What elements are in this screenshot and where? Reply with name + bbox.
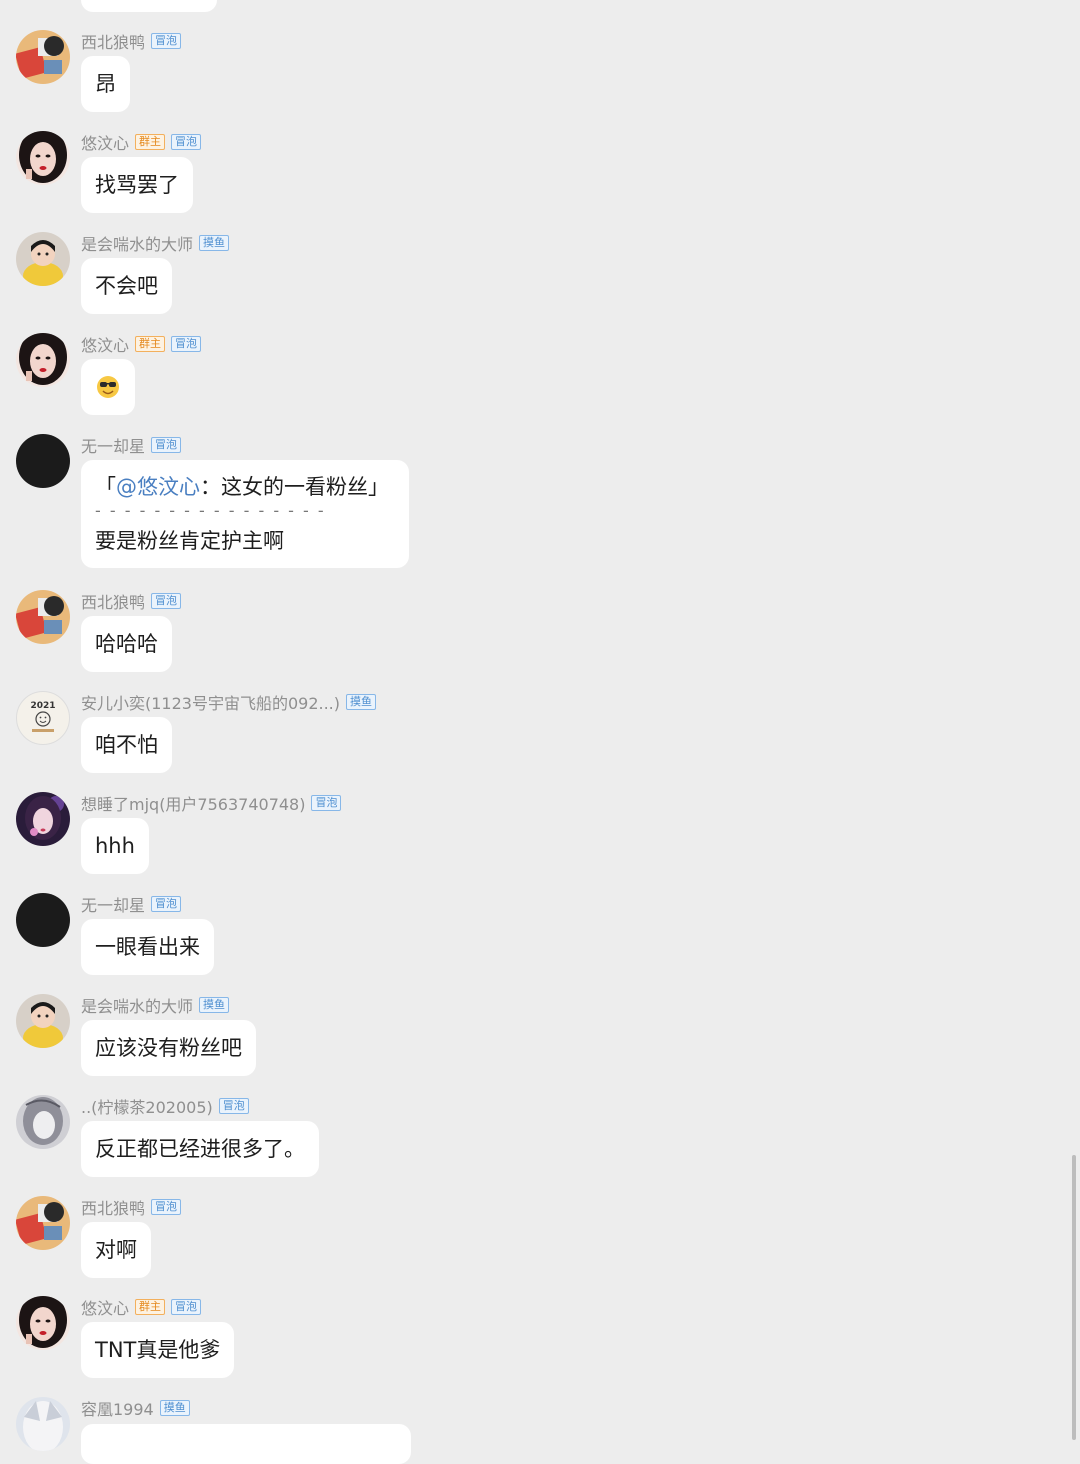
role-badge: 冒泡 xyxy=(171,1299,202,1315)
quote-divider: - - - - - - - - - - - - - - - - xyxy=(95,502,326,520)
message-bubble[interactable]: 一眼看出来 xyxy=(81,919,214,975)
sender-row: ..(柠檬茶202005) 冒泡 xyxy=(81,1095,249,1117)
role-badge: 摸鱼 xyxy=(199,235,230,251)
avatar[interactable] xyxy=(16,30,70,84)
avatar[interactable] xyxy=(16,1397,70,1451)
sender-name[interactable]: 是会喘水的大师 xyxy=(81,993,193,1017)
sender-name[interactable]: 悠汶心 xyxy=(81,1295,129,1319)
sender-name[interactable]: ..(柠檬茶202005) xyxy=(81,1094,213,1118)
sender-row: 西北狼鸭 冒泡 xyxy=(81,589,182,613)
message-bubble[interactable]: 昂 xyxy=(81,56,130,112)
scrollbar[interactable] xyxy=(1072,1155,1076,1440)
avatar[interactable]: 2021 xyxy=(16,691,70,745)
sender-name[interactable]: 悠汶心 xyxy=(81,332,129,356)
sender-row: 西北狼鸭 冒泡 xyxy=(81,29,182,53)
avatar[interactable] xyxy=(16,434,70,488)
avatar[interactable] xyxy=(16,1296,70,1350)
sender-name[interactable]: 无一却星 xyxy=(81,892,145,916)
chat-message-list[interactable]: 西北狼鸭 冒泡 昂 悠汶心 群主 冒泡 找骂罢了 是会喘水的大师 摸鱼 不会吧 … xyxy=(0,0,1080,1464)
role-badge: 冒泡 xyxy=(151,437,182,453)
avatar[interactable] xyxy=(16,131,70,185)
message-bubble[interactable]: 应该没有粉丝吧 xyxy=(81,1020,256,1076)
sender-row: 是会喘水的大师 摸鱼 xyxy=(81,231,230,255)
avatar[interactable] xyxy=(16,994,70,1048)
avatar[interactable] xyxy=(16,1196,70,1250)
sender-row: 是会喘水的大师 摸鱼 xyxy=(81,993,230,1017)
message-bubble[interactable]: hhh xyxy=(81,818,149,874)
sunglasses-emoji-icon xyxy=(97,376,119,398)
message-bubble[interactable]: 对啊 xyxy=(81,1222,151,1278)
sender-row: 悠汶心 群主 冒泡 xyxy=(81,130,202,154)
owner-badge: 群主 xyxy=(135,336,166,352)
role-badge: 冒泡 xyxy=(151,1199,182,1215)
owner-badge: 群主 xyxy=(135,134,166,150)
sender-row: 无一却星 冒泡 xyxy=(81,433,182,457)
message-bubble[interactable]: TNT真是他爹 xyxy=(81,1322,235,1378)
quoted-message[interactable]: 「@悠汶心：这女的一看粉丝」 xyxy=(95,472,395,502)
message-bubble[interactable]: 咱不怕 xyxy=(81,717,172,773)
sender-row: 无一却星 冒泡 xyxy=(81,892,182,916)
sender-row: 安儿小奕(1123号宇宙飞船的092...) 摸鱼 xyxy=(81,690,377,714)
avatar-year-text: 2021 xyxy=(30,701,55,711)
role-badge: 冒泡 xyxy=(151,896,182,912)
sender-name[interactable]: 想睡了mjq(用户7563740748) xyxy=(81,791,305,815)
sender-name[interactable]: 西北狼鸭 xyxy=(81,29,145,53)
owner-badge: 群主 xyxy=(135,1299,166,1315)
sender-name[interactable]: 西北狼鸭 xyxy=(81,1195,145,1219)
message-bubble[interactable] xyxy=(81,359,135,415)
avatar[interactable] xyxy=(16,792,70,846)
sender-name[interactable]: 容凰1994 xyxy=(81,1396,154,1420)
message-bubble[interactable]: 不会吧 xyxy=(81,258,172,314)
sender-name[interactable]: 悠汶心 xyxy=(81,130,129,154)
sender-name[interactable]: 西北狼鸭 xyxy=(81,589,145,613)
role-badge: 摸鱼 xyxy=(159,1400,190,1416)
role-badge: 摸鱼 xyxy=(346,694,377,710)
sender-row: 容凰1994 摸鱼 xyxy=(81,1397,190,1419)
quoted-text: ：这女的一看粉丝」 xyxy=(200,475,389,499)
avatar[interactable] xyxy=(16,590,70,644)
sender-row: 悠汶心 群主 冒泡 xyxy=(81,332,202,356)
role-badge: 冒泡 xyxy=(171,336,202,352)
role-badge: 摸鱼 xyxy=(199,997,230,1013)
message-bubble[interactable] xyxy=(81,1424,411,1464)
avatar[interactable] xyxy=(16,893,70,947)
sender-name[interactable]: 无一却星 xyxy=(81,433,145,457)
sender-row: 想睡了mjq(用户7563740748) 冒泡 xyxy=(81,791,342,815)
role-badge: 冒泡 xyxy=(151,593,182,609)
role-badge: 冒泡 xyxy=(311,795,342,811)
role-badge: 冒泡 xyxy=(218,1098,249,1114)
quote-message-bubble[interactable]: 「@悠汶心：这女的一看粉丝」 - - - - - - - - - - - - -… xyxy=(81,460,409,568)
avatar[interactable] xyxy=(16,232,70,286)
role-badge: 冒泡 xyxy=(151,33,182,49)
message-bubble[interactable]: 找骂罢了 xyxy=(81,157,193,213)
message-bubble[interactable]: 哈哈哈 xyxy=(81,616,172,672)
quote-open-mark: 「 xyxy=(95,475,116,499)
sender-name[interactable]: 安儿小奕(1123号宇宙飞船的092...) xyxy=(81,690,340,714)
sender-row: 西北狼鸭 冒泡 xyxy=(81,1195,182,1219)
avatar[interactable] xyxy=(16,1095,70,1149)
reply-text: 要是粉丝肯定护主啊 xyxy=(95,529,284,553)
sender-row: 悠汶心 群主 冒泡 xyxy=(81,1295,202,1319)
previous-message-bubble[interactable] xyxy=(81,0,217,12)
sender-name[interactable]: 是会喘水的大师 xyxy=(81,231,193,255)
message-bubble[interactable]: 反正都已经进很多了。 xyxy=(81,1121,319,1177)
mention-link[interactable]: @悠汶心 xyxy=(116,475,200,499)
avatar[interactable] xyxy=(16,333,70,387)
role-badge: 冒泡 xyxy=(171,134,202,150)
